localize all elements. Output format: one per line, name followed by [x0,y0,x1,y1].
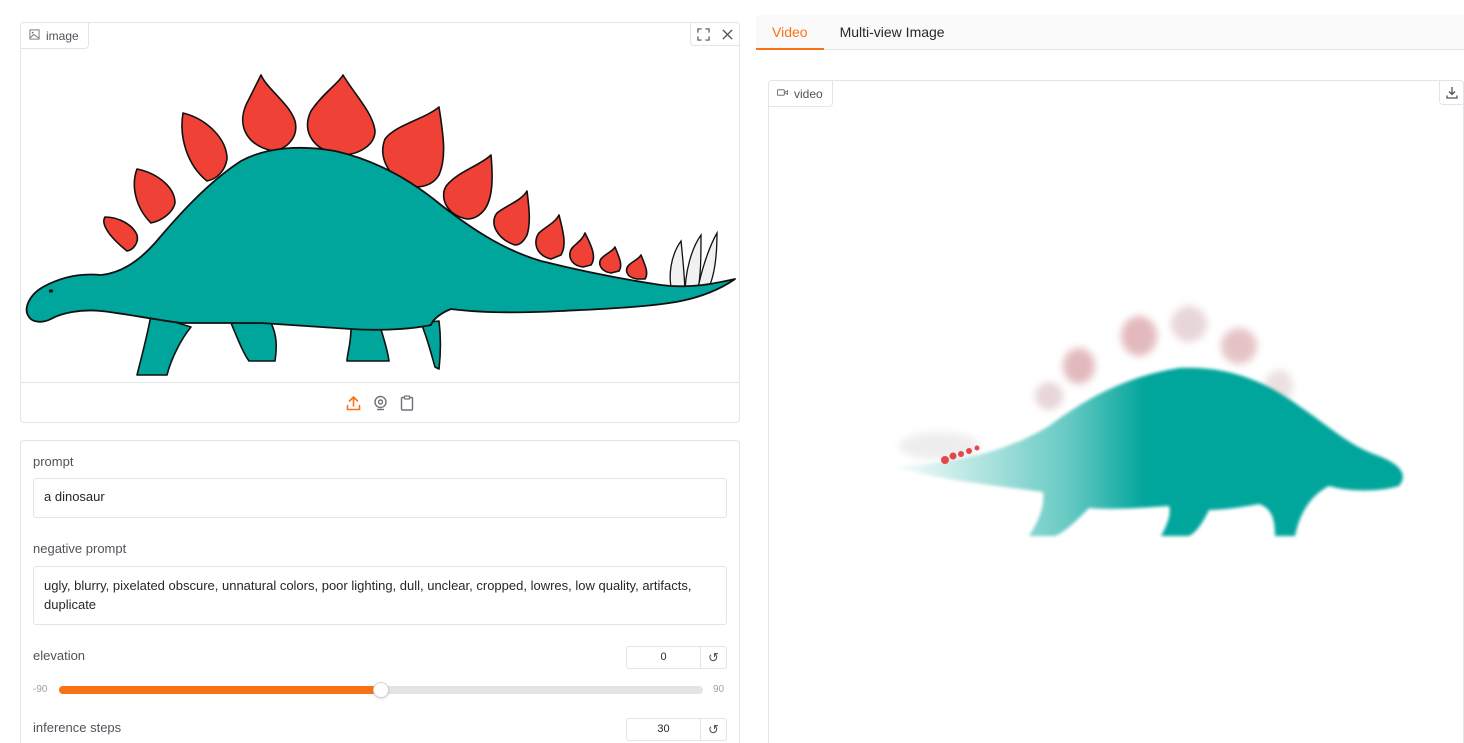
elevation-min: -90 [33,684,48,695]
download-icon[interactable] [1439,81,1463,105]
image-input-label: image [21,23,89,49]
tab-multi-view-image[interactable]: Multi-view Image [824,15,961,50]
upload-icon[interactable] [345,394,362,411]
video-frame [879,296,1419,556]
reset-icon: ↺ [708,721,719,737]
video-icon [777,87,788,101]
elevation-max: 90 [713,684,725,695]
close-icon[interactable] [715,23,739,45]
prompt-label: prompt [33,454,74,469]
elevation-slider[interactable] [59,682,703,698]
image-icon [29,28,40,43]
elevation-number-input[interactable]: 0 [626,646,701,669]
elevation-slider-thumb[interactable] [373,682,389,698]
reset-icon: ↺ [708,649,719,665]
output-tabs: Video Multi-view Image [756,15,1464,50]
tab-video[interactable]: Video [756,15,824,50]
settings-form: prompt a dinosaur negative prompt ugly, … [20,440,740,743]
negative-prompt-input[interactable]: ugly, blurry, pixelated obscure, unnatur… [33,566,727,625]
fullscreen-icon[interactable] [691,23,715,45]
video-output[interactable]: video [768,80,1464,743]
image-input[interactable]: image [20,22,740,423]
image-source-toolbar [21,382,739,422]
inference-steps-reset-button[interactable]: ↺ [700,718,727,741]
video-output-label: video [769,81,833,107]
inference-steps-number-input[interactable]: 30 [626,718,701,741]
prompt-input[interactable]: a dinosaur [33,478,727,518]
elevation-label: elevation [33,648,86,663]
output-panel: Video Multi-view Image video [756,15,1464,743]
clipboard-icon[interactable] [399,394,416,411]
negative-prompt-label: negative prompt [33,541,127,556]
elevation-reset-button[interactable]: ↺ [700,646,727,669]
input-panel: image prompt a dinosaur negative prompt … [20,22,740,743]
elevation-slider-fill [59,686,381,694]
uploaded-image [21,47,739,384]
webcam-icon[interactable] [372,394,389,411]
inference-steps-label: inference steps [33,720,122,735]
image-corner-buttons [690,23,739,46]
